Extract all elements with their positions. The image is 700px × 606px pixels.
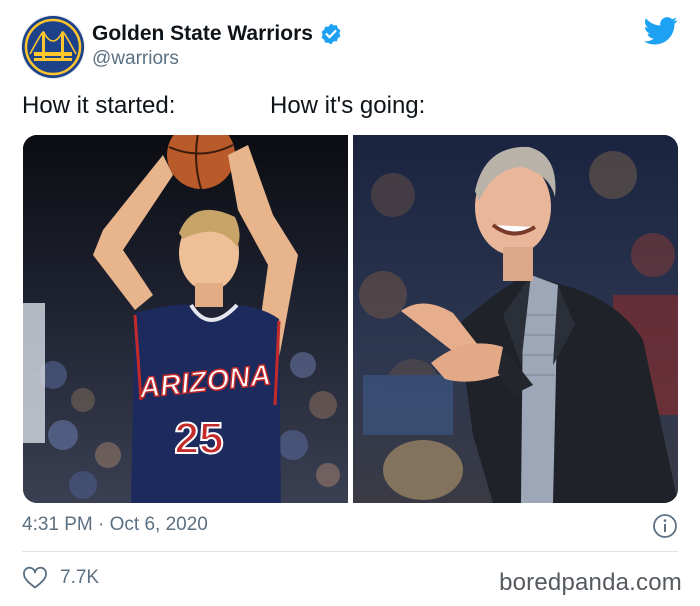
photo-how-its-going[interactable] — [353, 135, 678, 503]
heart-icon[interactable] — [22, 566, 48, 590]
photo-how-it-started[interactable]: ARIZONA 25 — [23, 135, 348, 503]
twitter-bird-icon[interactable] — [644, 16, 678, 46]
like-action[interactable]: 7.7K — [22, 566, 99, 590]
caption-how-its-going: How it's going: — [270, 92, 426, 119]
tweet-card: Golden State Warriors @warriors How it s… — [0, 0, 700, 606]
account-handle[interactable]: @warriors — [92, 48, 179, 70]
jersey-number-text: 25 — [175, 414, 224, 463]
divider — [22, 551, 678, 552]
verified-badge-icon — [319, 22, 343, 46]
watermark-text: boredpanda.com — [499, 569, 682, 596]
info-icon[interactable] — [652, 513, 678, 539]
like-count: 7.7K — [60, 567, 100, 588]
media-grid: ARIZONA 25 — [23, 135, 678, 503]
display-name[interactable]: Golden State Warriors — [92, 22, 313, 46]
tweet-timestamp[interactable]: 4:31 PM · Oct 6, 2020 — [22, 514, 208, 536]
name-row: Golden State Warriors — [92, 22, 343, 46]
caption-how-it-started: How it started: — [22, 92, 176, 119]
warriors-logo-icon[interactable] — [22, 16, 84, 78]
